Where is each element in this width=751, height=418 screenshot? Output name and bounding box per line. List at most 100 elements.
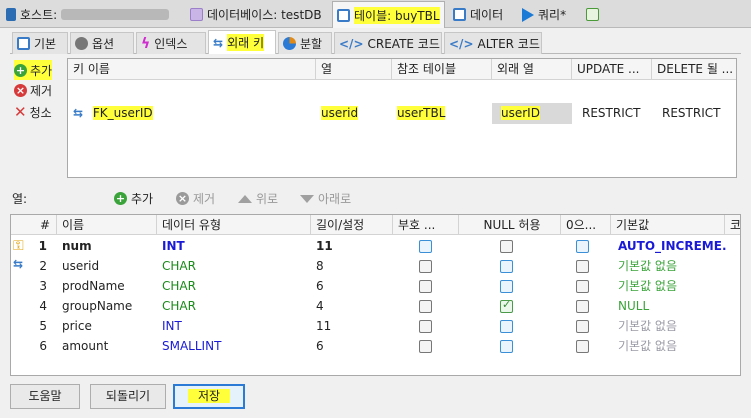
col-length[interactable]: 8 xyxy=(311,256,393,276)
col-name[interactable]: prodName xyxy=(57,276,157,296)
tab-alter-code[interactable]: </> ALTER 코드 xyxy=(444,32,542,54)
tab-basic-label: 기본 xyxy=(34,37,57,51)
nullable-checkbox[interactable] xyxy=(500,320,513,333)
zerofill-checkbox[interactable] xyxy=(576,340,589,353)
column-add-button[interactable]: + 추가 xyxy=(114,190,153,207)
col-length[interactable]: 4 xyxy=(311,296,393,316)
fk-add-button[interactable]: + 추가 xyxy=(14,60,53,80)
fk-header-on-delete[interactable]: DELETE 될 ... xyxy=(652,59,738,80)
fk-cell-name[interactable]: ⇆ FK_userID xyxy=(68,103,316,124)
zerofill-checkbox[interactable] xyxy=(576,280,589,293)
col-num: 3 xyxy=(39,279,47,293)
lightning-icon: ϟ xyxy=(141,35,151,52)
tab-data-label: 데이터 xyxy=(470,8,504,22)
nullable-checkbox[interactable] xyxy=(500,340,513,353)
fk-cell-ref-table[interactable]: userTBL xyxy=(392,103,492,124)
tab-alter-code-label: ALTER 코드 xyxy=(477,37,540,51)
table-row[interactable]: ⚿ 1 num INT 11 AUTO_INCREME... xyxy=(11,236,740,256)
col-header-unsigned[interactable]: 부호 ... xyxy=(393,215,459,235)
tab-database[interactable]: 데이터베이스: testDB xyxy=(186,2,328,27)
col-name[interactable]: price xyxy=(57,316,157,336)
column-remove-button[interactable]: × 제거 xyxy=(176,190,215,207)
nullable-checkbox[interactable] xyxy=(500,240,513,253)
help-button[interactable]: 도움말 xyxy=(10,384,80,409)
tab-data[interactable]: 데이터 xyxy=(449,2,515,27)
col-length[interactable]: 11 xyxy=(311,316,393,336)
col-length[interactable]: 6 xyxy=(311,336,393,356)
col-name[interactable]: userid xyxy=(57,256,157,276)
unsigned-checkbox[interactable] xyxy=(419,320,432,333)
fk-header-name[interactable]: 키 이름 xyxy=(68,59,316,80)
nullable-checkbox[interactable] xyxy=(500,298,513,313)
tab-foreign-keys[interactable]: ⇆ 외래 키 xyxy=(208,30,276,54)
col-type[interactable]: CHAR xyxy=(157,256,311,276)
column-down-button[interactable]: 아래로 xyxy=(300,190,351,207)
revert-button[interactable]: 되돌리기 xyxy=(90,384,166,409)
unsigned-checkbox[interactable] xyxy=(419,300,432,313)
table-row[interactable]: 3 prodName CHAR 6 기본값 없음 xyxy=(11,276,740,296)
fk-clear-button[interactable]: ✕ 청소 xyxy=(14,102,52,122)
col-header-nullable[interactable]: NULL 허용 xyxy=(459,215,561,235)
col-default[interactable]: 기본값 없음 xyxy=(613,336,727,356)
tab-table[interactable]: 테이블: buyTBL xyxy=(332,1,445,28)
tab-options[interactable]: 옵션 xyxy=(70,32,134,54)
unsigned-checkbox[interactable] xyxy=(419,260,432,273)
col-default[interactable]: 기본값 없음 xyxy=(613,276,727,296)
table-row[interactable]: 4groupNameCHAR4NULL xyxy=(11,296,740,316)
col-type[interactable]: SMALLINT xyxy=(157,336,311,356)
fk-cell-on-update[interactable]: RESTRICT xyxy=(572,103,652,124)
table-row[interactable]: 5 price INT 11 기본값 없음 xyxy=(11,316,740,336)
fk-header-on-update[interactable]: UPDATE ... xyxy=(572,59,652,80)
col-name[interactable]: num xyxy=(57,236,157,256)
column-up-button[interactable]: 위로 xyxy=(238,190,278,207)
tab-basic[interactable]: 기본 xyxy=(12,32,68,54)
col-header-name[interactable]: 이름 xyxy=(57,215,157,235)
col-header-zerofill[interactable]: 0으... xyxy=(561,215,611,235)
col-header-comment[interactable]: 코 xyxy=(725,215,740,235)
fk-cell-foreign-col[interactable]: userID xyxy=(492,103,572,124)
col-header-length[interactable]: 길이/설정 xyxy=(311,215,393,235)
col-header-type[interactable]: 데이터 유형 xyxy=(157,215,311,235)
col-default[interactable]: NULL xyxy=(613,296,727,316)
new-query-tab-button[interactable] xyxy=(582,2,606,27)
unsigned-checkbox[interactable] xyxy=(419,340,432,353)
col-header-default[interactable]: 기본값 xyxy=(611,215,725,235)
fk-header-ref-table[interactable]: 참조 테이블 xyxy=(392,59,492,80)
col-name[interactable]: groupName xyxy=(57,296,157,316)
fk-remove-button[interactable]: × 제거 xyxy=(14,80,52,100)
tab-host[interactable]: 호스트: xyxy=(2,2,182,27)
fk-cell-on-delete[interactable]: RESTRICT xyxy=(652,103,738,124)
columns-grid: # 이름 데이터 유형 길이/설정 부호 ... NULL 허용 0으... 기… xyxy=(10,214,741,376)
zerofill-checkbox[interactable] xyxy=(576,240,589,253)
tab-indexes[interactable]: ϟ 인덱스 xyxy=(136,32,206,54)
fk-header-column[interactable]: 열 xyxy=(316,59,392,80)
col-header-num[interactable]: # xyxy=(11,215,57,235)
zerofill-checkbox[interactable] xyxy=(576,320,589,333)
col-type[interactable]: CHAR xyxy=(157,276,311,296)
col-default[interactable]: 기본값 없음 xyxy=(613,316,727,336)
unsigned-checkbox[interactable] xyxy=(419,280,432,293)
col-default[interactable]: 기본값 없음 xyxy=(613,256,727,276)
save-button[interactable]: 저장 xyxy=(173,384,245,409)
remove-icon: × xyxy=(176,192,189,205)
zerofill-checkbox[interactable] xyxy=(576,300,589,313)
nullable-checkbox[interactable] xyxy=(500,260,513,273)
col-name[interactable]: amount xyxy=(57,336,157,356)
zerofill-checkbox[interactable] xyxy=(576,260,589,273)
table-row[interactable]: 6 amount SMALLINT 6 기본값 없음 xyxy=(11,336,740,356)
col-type[interactable]: INT xyxy=(157,236,311,256)
tab-partition[interactable]: 분할 xyxy=(278,32,332,54)
col-type[interactable]: INT xyxy=(157,316,311,336)
col-length[interactable]: 6 xyxy=(311,276,393,296)
fk-cell-column[interactable]: userid xyxy=(316,103,392,124)
col-default[interactable]: AUTO_INCREME... xyxy=(613,236,727,256)
fk-row[interactable]: ⇆ FK_userID userid userTBL userID RESTRI… xyxy=(68,81,736,124)
tab-query[interactable]: 쿼리* xyxy=(518,2,578,27)
fk-header-foreign-col[interactable]: 외래 열 xyxy=(492,59,572,80)
col-length[interactable]: 11 xyxy=(311,236,393,256)
unsigned-checkbox[interactable] xyxy=(419,240,432,253)
col-type[interactable]: CHAR xyxy=(157,296,311,316)
table-row[interactable]: ⇆ 2 userid CHAR 8 기본값 없음 xyxy=(11,256,740,276)
nullable-checkbox[interactable] xyxy=(500,280,513,293)
tab-create-code[interactable]: </> CREATE 코드 xyxy=(334,32,442,54)
